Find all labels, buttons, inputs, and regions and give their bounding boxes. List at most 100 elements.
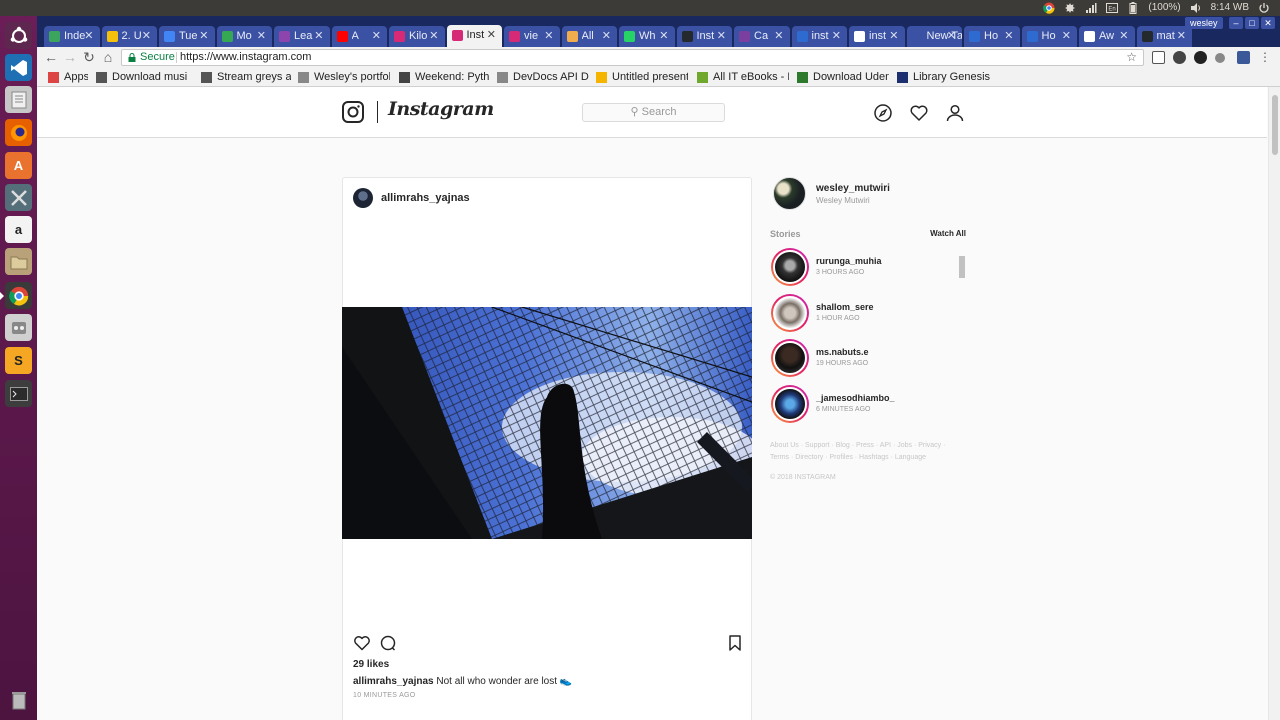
browser-tab[interactable]: Aw ✕ bbox=[1079, 26, 1135, 47]
search-input[interactable]: ⚲ Search bbox=[582, 103, 725, 122]
instagram-wordmark[interactable]: Instagram bbox=[388, 98, 494, 120]
terminal-icon[interactable] bbox=[5, 380, 32, 407]
footer-links[interactable]: About Us · Support · Blog · Press · API … bbox=[770, 440, 955, 464]
forward-button[interactable]: → bbox=[62, 49, 78, 65]
save-bookmark-icon[interactable] bbox=[726, 634, 744, 652]
trash-icon[interactable] bbox=[5, 686, 32, 713]
story-item[interactable]: shallom_sere 1 HOUR AGO bbox=[770, 293, 950, 334]
browser-tab[interactable]: inst ✕ bbox=[791, 26, 847, 47]
chrome-tray-icon[interactable] bbox=[1043, 2, 1055, 14]
story-item[interactable]: _jamesodhiambo_ 6 MINUTES AGO bbox=[770, 384, 950, 425]
minimize-button[interactable]: – bbox=[1229, 17, 1243, 29]
tab-close-icon[interactable]: ✕ bbox=[947, 26, 956, 47]
story-username[interactable]: ms.nabuts.e bbox=[816, 347, 869, 357]
tab-close-icon[interactable]: ✕ bbox=[199, 26, 208, 47]
extension-icon[interactable] bbox=[1194, 51, 1207, 64]
bookmark-item[interactable]: Download musi bbox=[96, 70, 191, 85]
maximize-button[interactable]: □ bbox=[1245, 17, 1259, 29]
volume-icon[interactable] bbox=[1190, 2, 1202, 14]
extension-icon[interactable] bbox=[1215, 53, 1225, 63]
story-item[interactable]: rurunga_muhia 3 HOURS AGO bbox=[770, 248, 950, 288]
tab-close-icon[interactable]: ✕ bbox=[544, 26, 553, 47]
tab-close-icon[interactable]: ✕ bbox=[487, 25, 496, 46]
story-username[interactable]: shallom_sere bbox=[816, 302, 874, 312]
browser-tab[interactable]: All ✕ bbox=[561, 26, 617, 47]
stories-scroll-thumb[interactable] bbox=[959, 256, 965, 278]
tab-close-icon[interactable]: ✕ bbox=[774, 26, 783, 47]
tab-close-icon[interactable]: ✕ bbox=[142, 26, 151, 47]
bookmark-item[interactable]: Apps bbox=[48, 70, 88, 85]
bookmark-item[interactable]: Weekend: Pytho bbox=[399, 70, 489, 85]
watch-all-link[interactable]: Watch All bbox=[930, 229, 966, 238]
tab-close-icon[interactable]: ✕ bbox=[659, 26, 668, 47]
like-count[interactable]: 29 likes bbox=[353, 659, 389, 670]
tab-close-icon[interactable]: ✕ bbox=[257, 26, 266, 47]
tab-close-icon[interactable]: ✕ bbox=[84, 26, 93, 47]
tab-close-icon[interactable]: ✕ bbox=[1177, 26, 1186, 47]
browser-tab[interactable]: vie ✕ bbox=[504, 26, 560, 47]
browser-tab[interactable]: mat ✕ bbox=[1136, 26, 1192, 47]
home-button[interactable]: ⌂ bbox=[100, 49, 116, 65]
browser-tab[interactable]: New Ta ✕ bbox=[906, 26, 962, 47]
extension-icon[interactable] bbox=[1173, 51, 1186, 64]
tab-close-icon[interactable]: ✕ bbox=[314, 26, 323, 47]
bookmark-item[interactable]: DevDocs API Do bbox=[497, 70, 589, 85]
browser-tab[interactable]: Lea ✕ bbox=[274, 26, 330, 47]
story-item[interactable]: ms.nabuts.e 19 HOURS AGO bbox=[770, 339, 950, 379]
chrome-launcher-icon[interactable] bbox=[0, 282, 32, 309]
extension-icon[interactable] bbox=[1152, 51, 1165, 64]
amazon-icon[interactable]: a bbox=[5, 216, 32, 243]
close-window-button[interactable]: ✕ bbox=[1261, 17, 1275, 29]
bookmark-star-icon[interactable]: ☆ bbox=[1126, 50, 1137, 65]
media-app-icon[interactable] bbox=[5, 314, 32, 341]
software-center-icon[interactable]: A bbox=[5, 152, 32, 179]
address-bar[interactable]: Secure https://www.instagram.com ☆ bbox=[121, 49, 1144, 66]
tab-close-icon[interactable]: ✕ bbox=[889, 26, 898, 47]
my-avatar[interactable] bbox=[773, 177, 806, 210]
tab-close-icon[interactable]: ✕ bbox=[1004, 26, 1013, 47]
url-text[interactable]: https://www.instagram.com bbox=[180, 50, 311, 65]
facebook-extension-icon[interactable] bbox=[1237, 51, 1250, 64]
bookmark-item[interactable]: Library Genesis bbox=[897, 70, 997, 85]
reload-button[interactable]: ↻ bbox=[81, 49, 97, 65]
stories-scrollbar[interactable] bbox=[958, 248, 966, 426]
story-avatar[interactable] bbox=[773, 341, 807, 375]
activity-heart-icon[interactable] bbox=[909, 103, 929, 123]
keyboard-layout-icon[interactable]: En bbox=[1106, 2, 1119, 14]
vscode-icon[interactable] bbox=[5, 54, 32, 81]
browser-tab[interactable]: Ho ✕ bbox=[1021, 26, 1077, 47]
post-timestamp[interactable]: 10 MINUTES AGO bbox=[353, 692, 416, 699]
browser-tab[interactable]: Tue ✕ bbox=[159, 26, 215, 47]
sublime-text-icon[interactable]: S bbox=[5, 347, 32, 374]
settings-tray-icon[interactable] bbox=[1064, 2, 1076, 14]
instagram-camera-icon[interactable] bbox=[342, 101, 364, 123]
browser-tab[interactable]: Inde ✕ bbox=[44, 26, 100, 47]
system-tools-icon[interactable] bbox=[5, 184, 32, 211]
power-icon[interactable] bbox=[1258, 2, 1270, 14]
caption-username[interactable]: allimrahs_yajnas bbox=[353, 676, 434, 687]
browser-tab[interactable]: 2. U ✕ bbox=[101, 26, 157, 47]
tab-close-icon[interactable]: ✕ bbox=[602, 26, 611, 47]
tab-close-icon[interactable]: ✕ bbox=[832, 26, 841, 47]
browser-tab[interactable]: A ✕ bbox=[331, 26, 387, 47]
files-icon[interactable] bbox=[5, 86, 32, 113]
browser-tab[interactable]: Inst ✕ bbox=[446, 25, 502, 47]
chrome-menu-icon[interactable]: ⋮ bbox=[1257, 49, 1273, 65]
profile-person-icon[interactable] bbox=[945, 103, 965, 123]
tab-close-icon[interactable]: ✕ bbox=[372, 26, 381, 47]
my-username[interactable]: wesley_mutwiri bbox=[816, 183, 890, 194]
file-manager-icon[interactable] bbox=[5, 248, 32, 275]
browser-tab[interactable]: Wh ✕ bbox=[619, 26, 675, 47]
story-avatar[interactable] bbox=[773, 295, 807, 330]
post-author-avatar[interactable] bbox=[353, 188, 373, 208]
bookmark-item[interactable]: Stream greys ar bbox=[201, 70, 291, 85]
comment-bubble-icon[interactable] bbox=[379, 634, 397, 652]
battery-icon[interactable] bbox=[1127, 2, 1139, 14]
post-photo[interactable] bbox=[342, 307, 752, 539]
browser-tab[interactable]: Mo ✕ bbox=[216, 26, 272, 47]
browser-tab[interactable]: Ho ✕ bbox=[964, 26, 1020, 47]
bookmark-item[interactable]: Download Uden bbox=[797, 70, 889, 85]
story-avatar[interactable] bbox=[773, 250, 807, 284]
tab-close-icon[interactable]: ✕ bbox=[717, 26, 726, 47]
bookmark-item[interactable]: All IT eBooks - Fr bbox=[697, 70, 789, 85]
